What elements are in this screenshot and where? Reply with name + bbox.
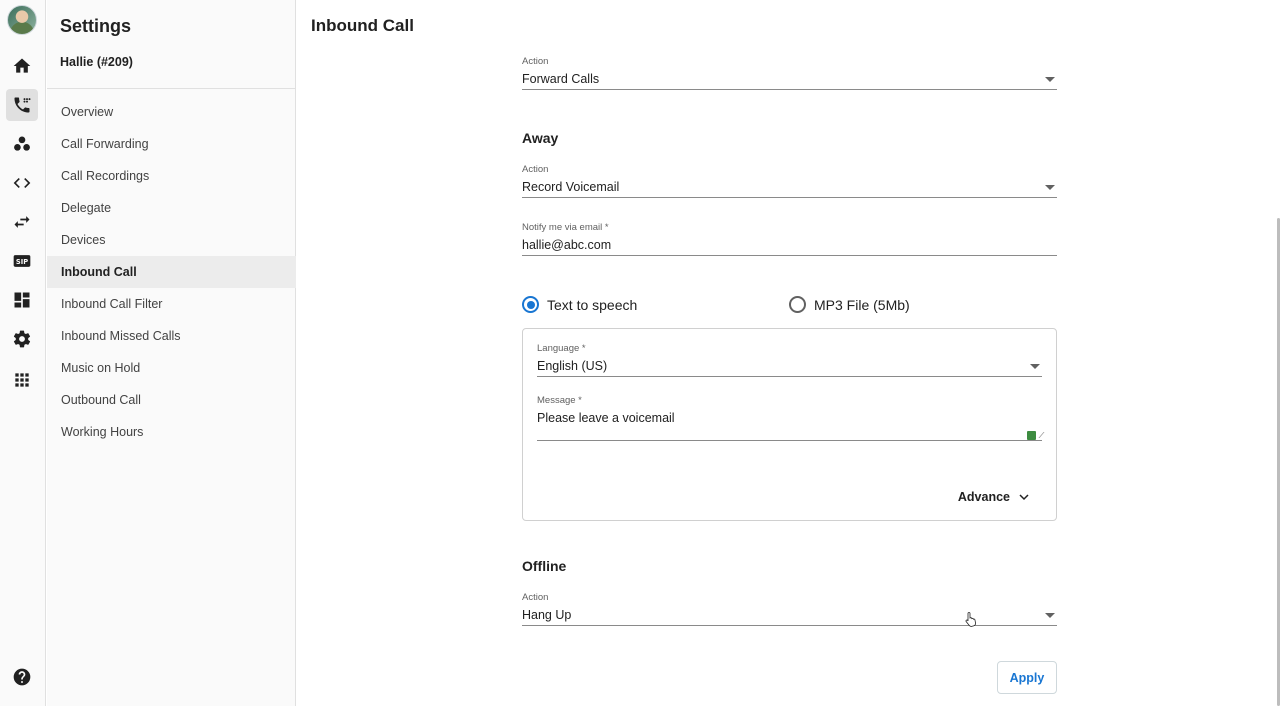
language-label: Language * (537, 343, 586, 354)
sidebar-item-devices[interactable]: Devices (47, 224, 296, 256)
away-action-value[interactable]: Record Voicemail (522, 176, 1057, 198)
gear-icon[interactable] (6, 323, 38, 355)
dashboard-icon[interactable] (6, 284, 38, 316)
radio-unchecked-icon[interactable] (789, 296, 806, 313)
sidebar-item-outbound-call[interactable]: Outbound Call (47, 384, 296, 416)
offline-action-text: Hang Up (522, 608, 572, 622)
top-action-text: Forward Calls (522, 72, 600, 86)
language-text: English (US) (537, 359, 608, 373)
radio-checked-icon[interactable] (522, 296, 539, 313)
radio-mp3-file[interactable]: MP3 File (5Mb) (789, 296, 910, 313)
icon-rail: SIP (0, 0, 46, 706)
transfer-icon[interactable] (6, 206, 38, 238)
code-icon[interactable] (6, 167, 38, 199)
message-field[interactable]: Message * Please leave a voicemail (537, 395, 1045, 441)
advance-toggle[interactable]: Advance (958, 490, 1030, 504)
away-heading: Away (522, 130, 559, 146)
email-field[interactable]: Notify me via email * hallie@abc.com (522, 222, 1057, 256)
message-textarea[interactable]: Please leave a voicemail (537, 407, 1045, 441)
page-title: Inbound Call (311, 16, 414, 35)
tts-card: Language * English (US) Message * Please… (522, 328, 1057, 521)
hand-cursor-icon (965, 612, 976, 627)
contacts-icon[interactable] (6, 128, 38, 160)
settings-menu: Overview Call Forwarding Call Recordings… (47, 96, 296, 448)
sidebar-divider (47, 88, 296, 89)
radio-tts-label: Text to speech (547, 296, 638, 313)
sidebar-title: Settings (60, 16, 132, 36)
offline-action-label: Action (522, 592, 549, 603)
radio-text-to-speech[interactable]: Text to speech (522, 296, 637, 313)
sidebar-item-music-on-hold[interactable]: Music on Hold (47, 352, 296, 384)
email-label: Notify me via email * (522, 222, 609, 233)
user-name: Hallie (#209) (60, 55, 133, 69)
sidebar-item-call-recordings[interactable]: Call Recordings (47, 160, 296, 192)
sidebar-item-working-hours[interactable]: Working Hours (47, 416, 296, 448)
help-icon[interactable] (6, 661, 38, 693)
sip-icon[interactable]: SIP (6, 245, 38, 277)
language-select[interactable]: Language * English (US) (537, 343, 1042, 377)
sidebar-item-inbound-call[interactable]: Inbound Call (47, 256, 296, 288)
sidebar-item-overview[interactable]: Overview (47, 96, 296, 128)
away-action-select[interactable]: Action Record Voicemail (522, 164, 1057, 198)
advance-label: Advance (957, 490, 1010, 504)
away-action-label: Action (522, 164, 549, 175)
sidebar-item-inbound-missed-calls[interactable]: Inbound Missed Calls (47, 320, 296, 352)
chevron-down-icon (1030, 364, 1040, 369)
sidebar-item-delegate[interactable]: Delegate (47, 192, 296, 224)
home-icon[interactable] (6, 50, 38, 82)
top-action-select[interactable]: Action Forward Calls (522, 56, 1057, 90)
apply-button[interactable]: Apply (997, 661, 1057, 694)
radio-mp3-label: MP3 File (5Mb) (814, 296, 910, 313)
chevron-down-icon (1045, 613, 1055, 618)
phone-icon[interactable] (6, 89, 38, 121)
sidebar-item-call-forwarding[interactable]: Call Forwarding (47, 128, 296, 160)
top-action-value[interactable]: Forward Calls (522, 68, 1057, 90)
scrollbar[interactable] (1276, 0, 1280, 706)
settings-sidebar: Settings Hallie (#209) Overview Call For… (47, 0, 296, 706)
away-action-text: Record Voicemail (522, 180, 620, 194)
sidebar-item-inbound-call-filter[interactable]: Inbound Call Filter (47, 288, 296, 320)
email-input[interactable]: hallie@abc.com (522, 234, 1057, 256)
chevron-down-icon (1019, 494, 1029, 501)
message-label: Message * (537, 395, 582, 406)
svg-text:SIP: SIP (16, 258, 28, 266)
offline-heading: Offline (522, 558, 567, 574)
top-action-label: Action (522, 56, 549, 67)
chevron-down-icon (1045, 77, 1055, 82)
language-value[interactable]: English (US) (537, 355, 1042, 377)
chevron-down-icon (1045, 185, 1055, 190)
apps-grid-icon[interactable] (6, 364, 38, 396)
avatar[interactable] (7, 5, 37, 35)
message-text: Please leave a voicemail (537, 411, 675, 425)
